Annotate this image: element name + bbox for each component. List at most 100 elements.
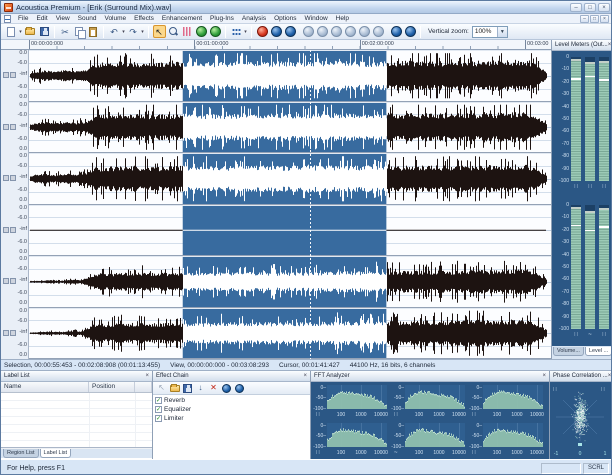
menu-item-volume[interactable]: Volume	[100, 15, 130, 22]
scrub-tool-button[interactable]	[181, 25, 194, 38]
menu-item-sound[interactable]: Sound	[74, 15, 101, 22]
save-button[interactable]	[182, 383, 193, 394]
loop-selection-button[interactable]	[404, 25, 417, 38]
close-icon[interactable]: ×	[542, 373, 546, 379]
channel-toggle-icon[interactable]	[3, 278, 9, 284]
select-tool-button[interactable]: ↖	[153, 25, 166, 38]
app-icon	[4, 3, 13, 12]
paste-button[interactable]	[87, 25, 100, 38]
copy-button[interactable]	[73, 25, 86, 38]
menu-item-enhancement[interactable]: Enhancement	[158, 15, 206, 22]
undo-dropdown-icon[interactable]: ▾	[121, 25, 126, 38]
column-header-name[interactable]: Name	[1, 382, 89, 392]
channel-matrix-dropdown-icon[interactable]: ▾	[243, 25, 248, 38]
menu-item-plugins[interactable]: Plug-Ins	[206, 15, 238, 22]
channel-toggle-icon[interactable]	[3, 227, 9, 233]
child-restore-button[interactable]: □	[590, 15, 599, 23]
tab-level[interactable]: Level ...	[585, 347, 612, 356]
open-button[interactable]	[24, 25, 37, 38]
go-to-start-button[interactable]	[302, 25, 315, 38]
column-header-position[interactable]: Position	[89, 382, 135, 392]
document-icon[interactable]	[4, 15, 11, 23]
child-close-button[interactable]: ×	[600, 15, 609, 23]
undo-button[interactable]: ↶	[108, 25, 121, 38]
tab-label-list[interactable]: Label List	[40, 449, 72, 458]
preview-button[interactable]	[221, 383, 232, 394]
forward-button[interactable]	[358, 25, 371, 38]
close-icon[interactable]: ×	[303, 373, 307, 379]
go-to-end-button[interactable]	[372, 25, 385, 38]
menu-item-analysis[interactable]: Analysis	[238, 15, 270, 22]
record-button[interactable]	[256, 25, 269, 38]
label-list-rows[interactable]	[1, 393, 152, 447]
redo-dropdown-icon[interactable]: ▾	[140, 25, 145, 38]
effect-item-reverb[interactable]: ✓Reverb	[155, 396, 308, 405]
channel-matrix-button[interactable]	[230, 25, 243, 38]
menu-item-help[interactable]: Help	[332, 15, 353, 22]
restore-button[interactable]: □	[584, 3, 596, 12]
level-meter-bar	[571, 57, 581, 181]
zoom-tool-button[interactable]	[167, 25, 180, 38]
waveform-canvas[interactable]	[29, 50, 551, 359]
time-ruler[interactable]: 00:00:00:00000:01:00:00000:02:00:00000:0…	[1, 40, 551, 50]
new-button[interactable]	[5, 25, 18, 38]
delete-button[interactable]: ✕	[208, 383, 219, 394]
meter-scale-label: -40	[555, 253, 569, 258]
cut-button[interactable]: ✂	[59, 25, 72, 38]
channel-6-buttons[interactable]	[3, 330, 16, 336]
loop-button[interactable]	[390, 25, 403, 38]
effect-checkbox[interactable]: ✓	[155, 397, 162, 404]
menu-item-options[interactable]: Options	[270, 15, 300, 22]
play-button[interactable]	[270, 25, 283, 38]
menu-item-file[interactable]: File	[14, 15, 32, 22]
channel-5-buttons[interactable]	[3, 278, 16, 284]
menu-item-view[interactable]: View	[52, 15, 74, 22]
channel-toggle-icon[interactable]	[10, 330, 16, 336]
effect-item-limiter[interactable]: ✓Limiter	[155, 414, 308, 423]
bypass-button[interactable]	[234, 383, 245, 394]
tab-region-list[interactable]: Region List	[3, 449, 39, 458]
channel-toggle-icon[interactable]	[10, 278, 16, 284]
new-dropdown-icon[interactable]: ▾	[18, 25, 23, 38]
insert-down-button[interactable]: ↓	[195, 383, 206, 394]
channel-3-buttons[interactable]	[3, 175, 16, 181]
channel-toggle-icon[interactable]	[10, 72, 16, 78]
menu-item-edit[interactable]: Edit	[32, 15, 51, 22]
minimize-button[interactable]: –	[570, 3, 582, 12]
channel-toggle-icon[interactable]	[3, 72, 9, 78]
chevron-down-icon[interactable]: ▼	[497, 27, 507, 37]
close-icon[interactable]: ×	[145, 373, 149, 379]
stop-button[interactable]	[330, 25, 343, 38]
loop-playback-button[interactable]	[209, 25, 222, 38]
redo-button[interactable]: ↷	[127, 25, 140, 38]
tab-volume[interactable]: Volume...	[553, 347, 584, 356]
save-button[interactable]	[38, 25, 51, 38]
title-bar: Acoustica Premium - [Erik (Surround Mix)…	[1, 1, 612, 14]
channel-toggle-icon[interactable]	[3, 124, 9, 130]
close-icon[interactable]: ×	[608, 42, 612, 48]
effect-checkbox[interactable]: ✓	[155, 406, 162, 413]
effect-checkbox[interactable]: ✓	[155, 415, 162, 422]
vertical-zoom-combobox[interactable]: 100% ▼	[472, 26, 508, 38]
child-minimize-button[interactable]: –	[580, 15, 589, 23]
channel-1-buttons[interactable]	[3, 72, 16, 78]
play-all-button[interactable]	[284, 25, 297, 38]
close-button[interactable]: ×	[598, 3, 610, 12]
effect-item-equalizer[interactable]: ✓Equalizer	[155, 405, 308, 414]
open-box-button[interactable]	[169, 383, 180, 394]
channel-toggle-icon[interactable]	[3, 330, 9, 336]
close-icon[interactable]: ×	[608, 373, 612, 379]
channel-4-buttons[interactable]	[3, 227, 16, 233]
channel-toggle-icon[interactable]	[10, 175, 16, 181]
channel-toggle-icon[interactable]	[10, 227, 16, 233]
channel-toggle-icon[interactable]	[10, 124, 16, 130]
menu-item-window[interactable]: Window	[301, 15, 332, 22]
rewind-button[interactable]	[316, 25, 329, 38]
menu-item-effects[interactable]: Effects	[130, 15, 158, 22]
channel-toggle-icon[interactable]	[3, 175, 9, 181]
label-list-header[interactable]: NamePosition	[1, 382, 152, 393]
play-selection-button[interactable]	[195, 25, 208, 38]
channel-2-buttons[interactable]	[3, 124, 16, 130]
pause-button[interactable]	[344, 25, 357, 38]
pointer-button[interactable]: ↖	[156, 383, 167, 394]
